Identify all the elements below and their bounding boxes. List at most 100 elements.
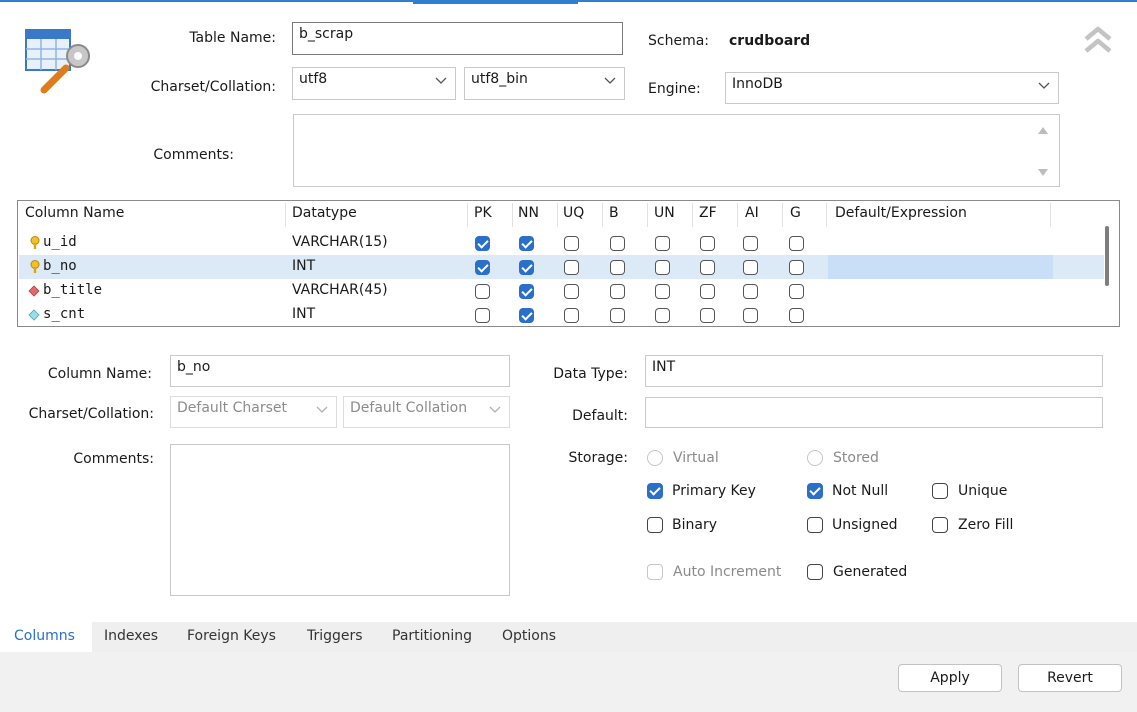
scroll-up-arrow-icon[interactable] (1037, 125, 1049, 135)
primary-key-icon (30, 236, 40, 249)
chevron-down-icon (316, 406, 328, 413)
editor-tab-bar: Columns Indexes Foreign Keys Triggers Pa… (0, 622, 1137, 652)
zero-fill-label[interactable]: Zero Fill (958, 517, 1013, 533)
g-checkbox[interactable] (789, 284, 804, 299)
collapse-chevron-icon[interactable] (1083, 25, 1113, 55)
column-name-input[interactable]: b_no (170, 355, 510, 387)
b-checkbox[interactable] (610, 260, 625, 275)
generated-checkbox[interactable] (807, 564, 823, 580)
not-null-label[interactable]: Not Null (832, 483, 888, 499)
grid-vertical-scrollbar[interactable] (1105, 226, 1109, 286)
column-comments-textarea[interactable] (170, 444, 510, 596)
un-checkbox[interactable] (655, 236, 670, 251)
table-name-label: Table Name: (189, 30, 276, 46)
engine-value: InnoDB (732, 76, 783, 92)
zf-checkbox[interactable] (700, 260, 715, 275)
b-checkbox[interactable] (610, 236, 625, 251)
un-checkbox[interactable] (655, 308, 670, 323)
nn-checkbox[interactable] (519, 260, 534, 275)
uq-checkbox[interactable] (564, 284, 579, 299)
tab-foreign-keys[interactable]: Foreign Keys (187, 628, 276, 644)
b-checkbox[interactable] (610, 308, 625, 323)
columns-grid[interactable]: Column Name Datatype PK NN UQ B UN ZF AI… (17, 200, 1120, 327)
pk-checkbox[interactable] (475, 236, 490, 251)
primary-key-checkbox[interactable] (647, 483, 663, 499)
uq-checkbox[interactable] (564, 308, 579, 323)
column-separator (826, 203, 827, 227)
g-checkbox[interactable] (789, 308, 804, 323)
uq-checkbox[interactable] (564, 260, 579, 275)
datatype-cell: VARCHAR(15) (292, 234, 388, 250)
charset-select[interactable]: utf8 (292, 67, 456, 100)
binary-label[interactable]: Binary (672, 517, 717, 533)
zf-checkbox[interactable] (700, 308, 715, 323)
table-row[interactable]: s_cnt INT (19, 303, 1104, 327)
tab-partitioning[interactable]: Partitioning (392, 628, 472, 644)
column-name-cell: s_cnt (43, 306, 86, 322)
column-separator (782, 203, 783, 227)
pk-checkbox[interactable] (475, 260, 490, 275)
col-header-nn[interactable]: NN (518, 205, 539, 221)
tab-options[interactable]: Options (502, 628, 556, 644)
zero-fill-checkbox[interactable] (932, 517, 948, 533)
table-name-input[interactable]: b_scrap (292, 22, 623, 55)
data-type-input[interactable]: INT (645, 355, 1103, 387)
not-null-checkbox[interactable] (807, 483, 823, 499)
collation-select[interactable]: utf8_bin (464, 67, 625, 100)
unsigned-label[interactable]: Unsigned (832, 517, 898, 533)
col-header-name[interactable]: Column Name (25, 205, 124, 221)
col-header-datatype[interactable]: Datatype (292, 205, 357, 221)
stored-radio (807, 450, 823, 466)
unique-label[interactable]: Unique (958, 483, 1007, 499)
binary-checkbox[interactable] (647, 517, 663, 533)
col-header-zf[interactable]: ZF (699, 205, 717, 221)
table-row-selected[interactable]: b_no INT (19, 255, 1104, 279)
table-comments-textarea[interactable] (293, 114, 1060, 187)
ai-checkbox[interactable] (743, 284, 758, 299)
unsigned-checkbox[interactable] (807, 517, 823, 533)
revert-button[interactable]: Revert (1018, 664, 1122, 692)
pk-checkbox[interactable] (475, 284, 490, 299)
apply-button[interactable]: Apply (898, 664, 1002, 692)
unique-checkbox[interactable] (932, 483, 948, 499)
col-header-uq[interactable]: UQ (563, 205, 584, 221)
default-input[interactable] (645, 397, 1103, 428)
chevron-down-icon (604, 77, 616, 84)
zf-checkbox[interactable] (700, 284, 715, 299)
b-checkbox[interactable] (610, 284, 625, 299)
default-expression-cell[interactable] (828, 255, 1053, 279)
virtual-radio (647, 450, 663, 466)
g-checkbox[interactable] (789, 236, 804, 251)
ai-checkbox[interactable] (743, 236, 758, 251)
tab-triggers[interactable]: Triggers (307, 628, 363, 644)
g-checkbox[interactable] (789, 260, 804, 275)
generated-label[interactable]: Generated (833, 564, 907, 580)
pk-checkbox[interactable] (475, 308, 490, 323)
ai-checkbox[interactable] (743, 260, 758, 275)
col-header-ai[interactable]: AI (745, 205, 759, 221)
zf-checkbox[interactable] (700, 236, 715, 251)
tab-indexes[interactable]: Indexes (104, 628, 158, 644)
tab-columns-active[interactable]: Columns (14, 628, 75, 644)
nn-checkbox[interactable] (519, 236, 534, 251)
table-row[interactable]: b_title VARCHAR(45) (19, 279, 1104, 303)
un-checkbox[interactable] (655, 260, 670, 275)
column-comments-label: Comments: (73, 451, 154, 467)
nn-checkbox[interactable] (519, 308, 534, 323)
un-checkbox[interactable] (655, 284, 670, 299)
uq-checkbox[interactable] (564, 236, 579, 251)
col-header-pk[interactable]: PK (474, 205, 492, 221)
col-header-g[interactable]: G (790, 205, 801, 221)
col-header-un[interactable]: UN (654, 205, 675, 221)
col-header-b[interactable]: B (609, 205, 619, 221)
engine-select[interactable]: InnoDB (725, 72, 1059, 104)
nn-checkbox[interactable] (519, 284, 534, 299)
chevron-down-icon (1038, 82, 1050, 89)
table-row[interactable]: u_id VARCHAR(15) (19, 231, 1104, 255)
primary-key-label[interactable]: Primary Key (672, 483, 756, 499)
col-header-default[interactable]: Default/Expression (835, 205, 967, 221)
scroll-down-arrow-icon[interactable] (1037, 168, 1049, 178)
column-separator (512, 203, 513, 227)
column-name-cell: b_no (43, 258, 77, 274)
ai-checkbox[interactable] (743, 308, 758, 323)
